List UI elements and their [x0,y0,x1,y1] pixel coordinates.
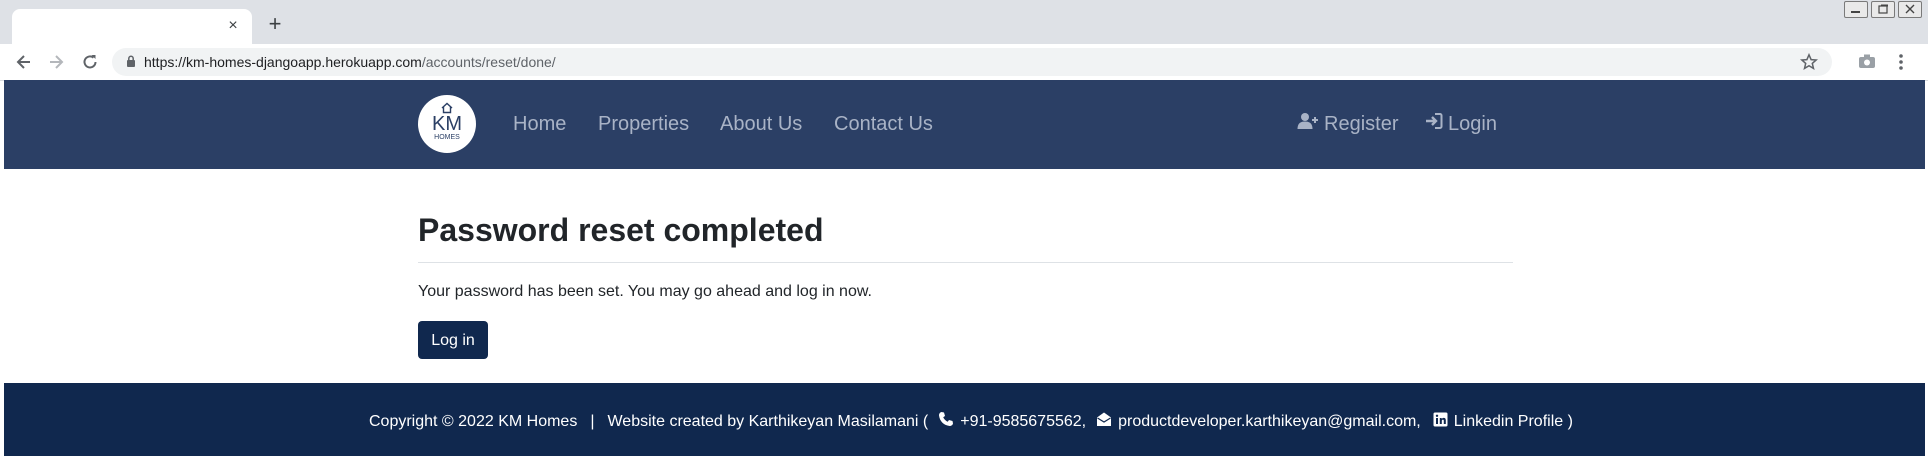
kebab-menu-icon[interactable] [1898,53,1904,76]
nav-link-contact-us[interactable]: Contact Us [834,112,933,136]
window-controls [1844,1,1922,18]
address-bar[interactable]: https://km-homes-djangoapp.herokuapp.com… [112,48,1832,76]
forward-arrow-icon[interactable] [46,52,66,72]
nav-link-about-us[interactable]: About Us [720,112,802,136]
user-plus-icon [1297,112,1319,136]
url-text: https://km-homes-djangoapp.herokuapp.com… [144,54,556,70]
url-host: https://km-homes-djangoapp.herokuapp.com [144,54,422,70]
camera-icon[interactable] [1858,53,1876,74]
tab-strip: × + [0,0,1928,44]
site-navbar: KM HOMES Home Properties About Us Contac… [4,80,1925,169]
footer-linkedin[interactable]: Linkedin Profile ) [1454,412,1573,432]
reload-icon[interactable] [80,52,100,72]
plus-icon[interactable]: + [264,13,286,35]
register-link[interactable]: Register [1297,112,1398,136]
logo-subtext: HOMES [434,134,460,141]
browser-toolbar: https://km-homes-djangoapp.herokuapp.com… [0,44,1928,81]
footer-text: Copyright © 2022 KM Homes | Website crea… [369,411,1573,433]
site-footer: Copyright © 2022 KM Homes | Website crea… [4,383,1925,456]
footer-created-by: Website created by Karthikeyan Masilaman… [607,413,929,430]
page-title: Password reset completed [418,212,824,248]
sign-in-icon [1425,112,1443,136]
phone-icon [938,411,954,433]
url-path: /accounts/reset/done/ [421,54,556,70]
site-logo[interactable]: KM HOMES [418,95,476,153]
register-label: Register [1324,113,1399,135]
close-window-button[interactable] [1898,1,1922,18]
browser-tab[interactable]: × [12,9,252,44]
restore-button[interactable] [1871,1,1895,18]
back-arrow-icon[interactable] [14,52,34,72]
linkedin-icon [1433,412,1448,433]
footer-copyright: Copyright © 2022 KM Homes [369,413,578,430]
footer-separator: | [590,413,595,430]
close-icon[interactable]: × [224,17,242,35]
logo-text: KM [432,113,462,135]
nav-link-properties[interactable]: Properties [598,112,689,136]
envelope-open-icon [1096,411,1112,433]
footer-email[interactable]: productdeveloper.karthikeyan@gmail.com, [1118,412,1421,432]
login-label: Login [1448,113,1497,135]
success-message: Your password has been set. You may go a… [418,283,872,300]
divider [418,262,1513,263]
log-in-button[interactable]: Log in [418,321,488,359]
main-content: Password reset completed Your password h… [418,210,1513,359]
web-page: KM HOMES Home Properties About Us Contac… [4,80,1925,456]
login-link[interactable]: Login [1425,112,1497,136]
star-icon[interactable] [1799,52,1819,76]
nav-link-home[interactable]: Home [513,112,566,136]
lock-icon [126,55,136,73]
minimize-button[interactable] [1844,1,1868,18]
footer-phone[interactable]: +91-9585675562, [960,412,1086,432]
